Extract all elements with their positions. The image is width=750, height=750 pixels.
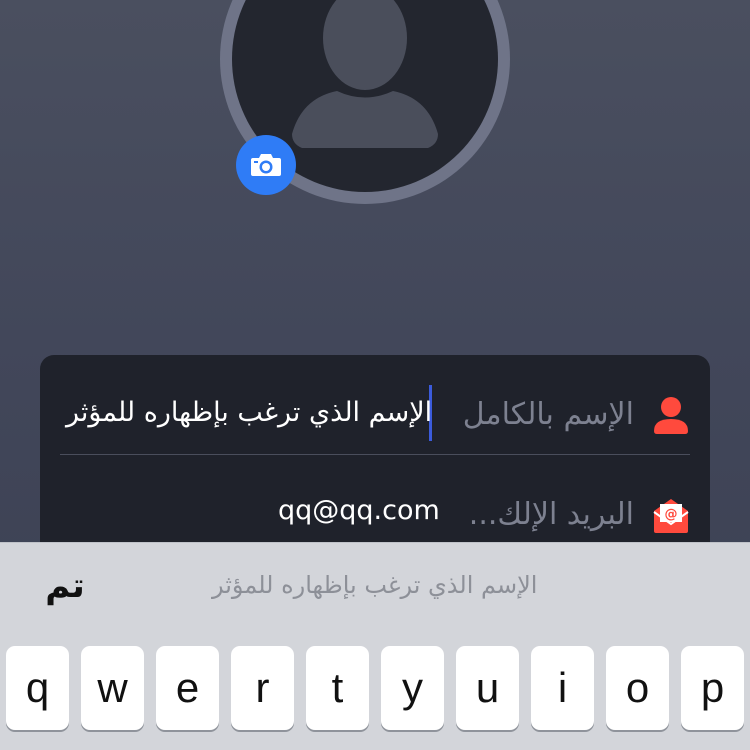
full-name-field[interactable]: الإسم بالكامل الإسم الذي ترغب بإظهاره لل… xyxy=(60,375,690,455)
camera-icon xyxy=(251,154,281,176)
full-name-input[interactable]: الإسم الذي ترغب بإظهاره للمؤثر xyxy=(66,397,432,428)
key-i[interactable]: i xyxy=(531,646,594,730)
email-label: البريد الإلك... xyxy=(468,497,634,532)
key-q[interactable]: q xyxy=(6,646,69,730)
key-y[interactable]: y xyxy=(381,646,444,730)
key-p[interactable]: p xyxy=(681,646,744,730)
key-w[interactable]: w xyxy=(81,646,144,730)
key-r[interactable]: r xyxy=(231,646,294,730)
email-input[interactable]: qq@qq.com xyxy=(278,495,440,526)
key-e[interactable]: e xyxy=(156,646,219,730)
keyboard-toolbar: تم الإسم الذي ترغب بإظهاره للمؤثر xyxy=(0,542,750,626)
change-photo-button[interactable] xyxy=(236,135,296,195)
key-t[interactable]: t xyxy=(306,646,369,730)
key-o[interactable]: o xyxy=(606,646,669,730)
key-u[interactable]: u xyxy=(456,646,519,730)
full-name-label: الإسم بالكامل xyxy=(462,397,634,432)
keyboard: q w e r t y u i o p xyxy=(0,626,750,750)
done-button[interactable]: تم xyxy=(30,561,100,611)
user-icon xyxy=(654,397,688,434)
input-preview: الإسم الذي ترغب بإظهاره للمؤثر xyxy=(212,571,538,599)
email-icon: @ xyxy=(653,499,689,533)
